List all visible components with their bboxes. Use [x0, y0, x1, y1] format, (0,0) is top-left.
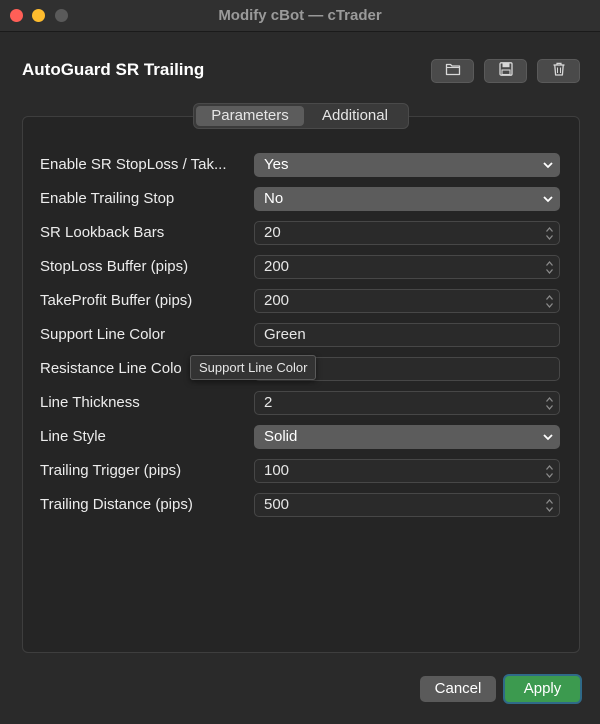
- trailing-distance-input[interactable]: 500: [254, 493, 560, 517]
- tab-additional[interactable]: Additional: [304, 106, 406, 126]
- takeprofit-buffer-input[interactable]: 200: [254, 289, 560, 313]
- param-row-enable-sr-stoploss: Enable SR StopLoss / Tak... Yes: [40, 153, 560, 177]
- param-row-stoploss-buffer: StopLoss Buffer (pips) 200: [40, 255, 560, 279]
- input-value: 20: [264, 224, 281, 241]
- line-style-select[interactable]: Solid: [254, 425, 560, 449]
- param-label: Resistance Line Colo: [40, 360, 182, 377]
- enable-trailing-stop-select[interactable]: No: [254, 187, 560, 211]
- stepper-arrows-icon[interactable]: [545, 260, 554, 275]
- stepper-arrows-icon[interactable]: [545, 226, 554, 241]
- param-row-trailing-distance: Trailing Distance (pips) 500: [40, 493, 560, 517]
- chevron-down-icon: [543, 162, 553, 169]
- param-label: Line Thickness: [40, 394, 140, 411]
- tab-parameters[interactable]: Parameters: [196, 106, 304, 126]
- param-label: Support Line Color: [40, 326, 166, 343]
- save-button[interactable]: [484, 59, 527, 83]
- param-label: Enable Trailing Stop: [40, 190, 175, 207]
- input-value: 100: [264, 462, 290, 479]
- support-line-color-input[interactable]: Green: [254, 323, 560, 347]
- stepper-arrows-icon[interactable]: [545, 396, 554, 411]
- param-label: StopLoss Buffer (pips): [40, 258, 189, 275]
- stepper-arrows-icon[interactable]: [545, 464, 554, 479]
- param-row-line-thickness: Line Thickness 2: [40, 391, 560, 415]
- cancel-button[interactable]: Cancel: [420, 676, 496, 702]
- stepper-arrows-icon[interactable]: [545, 294, 554, 309]
- input-value: 200: [264, 292, 290, 309]
- select-value: Yes: [264, 156, 289, 173]
- stepper-arrows-icon[interactable]: [545, 498, 554, 513]
- param-label: TakeProfit Buffer (pips): [40, 292, 193, 309]
- input-value: 2: [264, 394, 273, 411]
- param-label: Trailing Trigger (pips): [40, 462, 182, 479]
- window-title: Modify cBot — cTrader: [218, 7, 382, 24]
- param-label: Line Style: [40, 428, 106, 445]
- param-row-takeprofit-buffer: TakeProfit Buffer (pips) 200: [40, 289, 560, 313]
- tooltip: Support Line Color: [190, 355, 317, 380]
- param-row-support-line-color: Support Line Color Green: [40, 323, 560, 347]
- select-value: Solid: [264, 428, 298, 445]
- param-row-line-style: Line Style Solid: [40, 425, 560, 449]
- delete-button[interactable]: [537, 59, 580, 83]
- param-row-trailing-trigger: Trailing Trigger (pips) 100: [40, 459, 560, 483]
- param-label: Trailing Distance (pips): [40, 496, 193, 513]
- trailing-trigger-input[interactable]: 100: [254, 459, 560, 483]
- trash-icon: [551, 62, 567, 81]
- tab-bar: Parameters Additional: [193, 103, 409, 129]
- line-thickness-input[interactable]: 2: [254, 391, 560, 415]
- sr-lookback-bars-input[interactable]: 20: [254, 221, 560, 245]
- param-label: Enable SR StopLoss / Tak...: [40, 156, 227, 173]
- open-button[interactable]: [431, 59, 474, 83]
- input-value: 200: [264, 258, 290, 275]
- chevron-down-icon: [543, 196, 553, 203]
- select-value: No: [264, 190, 284, 207]
- param-row-enable-trailing-stop: Enable Trailing Stop No: [40, 187, 560, 211]
- modify-cbot-window: Modify cBot — cTrader AutoGuard SR Trail…: [0, 0, 600, 724]
- cbot-name: AutoGuard SR Trailing: [22, 60, 205, 79]
- chevron-down-icon: [543, 434, 553, 441]
- enable-sr-stoploss-select[interactable]: Yes: [254, 153, 560, 177]
- save-icon: [498, 61, 514, 81]
- input-value: 500: [264, 496, 290, 513]
- param-label: SR Lookback Bars: [40, 224, 165, 241]
- folder-icon: [445, 62, 461, 81]
- title-bar: Modify cBot — cTrader: [0, 0, 600, 32]
- apply-button[interactable]: Apply: [503, 674, 582, 704]
- stoploss-buffer-input[interactable]: 200: [254, 255, 560, 279]
- input-value: Green: [264, 326, 306, 343]
- param-row-sr-lookback-bars: SR Lookback Bars 20: [40, 221, 560, 245]
